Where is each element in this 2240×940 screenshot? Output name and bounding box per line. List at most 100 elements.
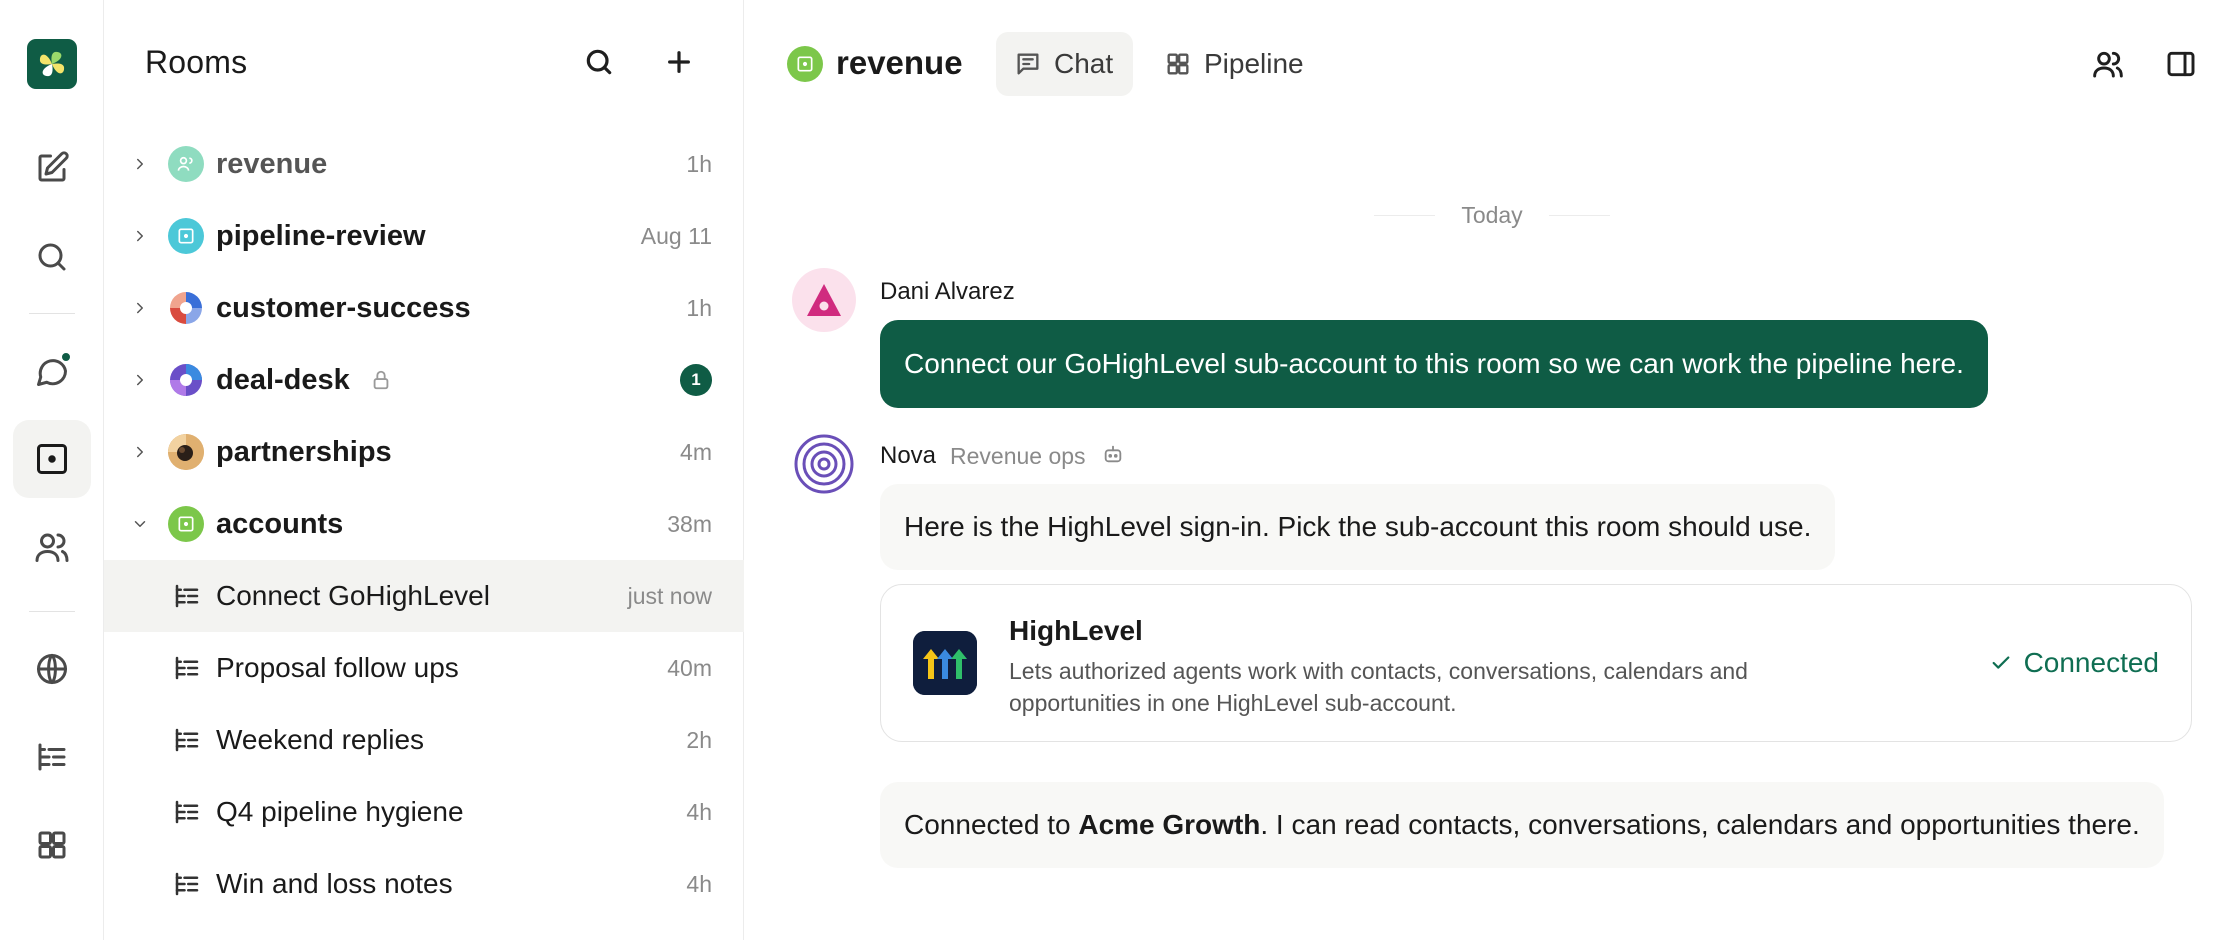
rail-divider xyxy=(29,313,75,314)
room-avatar xyxy=(168,506,204,542)
room-avatar xyxy=(168,362,204,398)
thread-name: Connect GoHighLevel xyxy=(216,580,490,611)
sender-role: Revenue ops xyxy=(950,443,1086,469)
thread-icon xyxy=(172,725,202,755)
app-description: Lets authorized agents work with contact… xyxy=(1009,658,1748,716)
bot-message: Here is the HighLevel sign-in. Pick the … xyxy=(880,484,1836,570)
room-name: deal-desk xyxy=(216,363,350,396)
sender-name: Nova xyxy=(880,442,937,469)
chevron-right-icon[interactable] xyxy=(128,368,152,392)
room-name: accounts xyxy=(216,507,344,540)
members-icon[interactable] xyxy=(2088,44,2128,84)
connection-status[interactable]: Connected xyxy=(1990,647,2159,679)
room-item[interactable]: pipeline-review Aug 11 xyxy=(104,200,744,272)
thread-icon xyxy=(172,581,202,611)
tab-label: Chat xyxy=(1054,48,1114,79)
chevron-right-icon[interactable] xyxy=(128,152,152,176)
room-time: 1h xyxy=(686,150,712,177)
unread-dot xyxy=(60,351,72,363)
thread-icon xyxy=(172,653,202,683)
thread-item[interactable]: Win and loss notes 4h xyxy=(104,848,744,920)
icon-rail xyxy=(0,0,104,940)
grid-icon[interactable] xyxy=(13,806,91,884)
main-panel: revenue Chat Pipeline Today Dani Alvarez… xyxy=(744,0,2240,940)
room-time: 4m xyxy=(680,438,712,465)
sidebar-title: Rooms xyxy=(145,44,248,80)
user-message: Connect our GoHighLevel sub-account to t… xyxy=(880,320,1988,408)
highlevel-logo xyxy=(913,631,977,695)
room-name: pipeline-review xyxy=(216,219,426,252)
day-label: Today xyxy=(1461,202,1523,228)
bot-icon xyxy=(1102,443,1124,465)
chevron-down-icon[interactable] xyxy=(128,512,152,536)
room-time: 38m xyxy=(667,510,712,537)
tab-pipeline[interactable]: Pipeline xyxy=(1146,32,1324,96)
chevron-right-icon[interactable] xyxy=(128,296,152,320)
user-avatar xyxy=(792,268,856,332)
page-title: revenue xyxy=(836,44,963,81)
room-name: revenue xyxy=(216,147,328,180)
account-name: Acme Growth xyxy=(1078,809,1261,840)
followup-suffix: . I can read contacts, conversations, ca… xyxy=(1260,809,2140,840)
status-label: Connected xyxy=(2023,647,2159,678)
search-icon[interactable] xyxy=(579,42,619,82)
chat-icon xyxy=(1017,53,1039,75)
thread-name: Q4 pipeline hygiene xyxy=(216,796,464,827)
room-item[interactable]: customer-success 1h xyxy=(104,272,744,344)
day-separator: Today xyxy=(1374,202,1610,229)
thread-time: 2h xyxy=(686,726,712,753)
chevron-right-icon[interactable] xyxy=(128,440,152,464)
thread-name: Proposal follow ups xyxy=(216,652,459,683)
check-icon xyxy=(1992,656,2009,669)
thread-name: Weekend replies xyxy=(216,724,425,755)
room-icon[interactable] xyxy=(13,420,91,498)
thread-item[interactable]: Q4 pipeline hygiene 4h xyxy=(104,776,744,848)
threads-icon[interactable] xyxy=(13,718,91,796)
room-avatar xyxy=(168,218,204,254)
search-icon[interactable] xyxy=(13,218,91,296)
room-item[interactable]: revenue 1h xyxy=(104,128,744,200)
thread-item[interactable]: Weekend replies 2h xyxy=(104,704,744,776)
chevron-right-icon[interactable] xyxy=(128,224,152,248)
room-avatar xyxy=(168,146,204,182)
room-name: customer-success xyxy=(216,291,471,324)
room-avatar xyxy=(168,434,204,470)
room-time: Aug 11 xyxy=(640,222,712,249)
followup-prefix: Connected to xyxy=(904,809,1079,840)
compose-icon[interactable] xyxy=(13,129,91,207)
lock-icon xyxy=(370,369,392,391)
thread-item[interactable]: Connect GoHighLevel just now xyxy=(104,560,744,632)
rail-divider xyxy=(29,611,75,612)
thread-item[interactable]: Proposal follow ups 40m xyxy=(104,632,744,704)
thread-name: Win and loss notes xyxy=(216,868,453,899)
bot-avatar xyxy=(792,432,856,496)
tab-chat[interactable]: Chat xyxy=(996,32,1134,96)
app-logo[interactable] xyxy=(27,39,77,89)
room-time: 1h xyxy=(686,294,712,321)
thread-icon xyxy=(172,869,202,899)
app-name: HighLevel xyxy=(1009,615,1143,646)
connection-card: HighLevel Lets authorized agents work wi… xyxy=(880,584,2192,742)
side-panel-icon[interactable] xyxy=(2161,44,2201,84)
room-item[interactable]: deal-desk 1 xyxy=(104,344,744,416)
globe-icon[interactable] xyxy=(13,630,91,708)
plus-icon[interactable] xyxy=(659,42,699,82)
room-item[interactable]: accounts 38m xyxy=(104,488,744,560)
room-item[interactable]: partnerships 4m xyxy=(104,416,744,488)
people-icon[interactable] xyxy=(13,508,91,586)
room-name: partnerships xyxy=(216,435,392,468)
thread-time: 40m xyxy=(667,654,712,681)
thread-time: 4h xyxy=(686,798,712,825)
room-avatar xyxy=(168,290,204,326)
thread-time: just now xyxy=(627,582,712,609)
rooms-sidebar: Rooms revenue 1h pipeline-review Aug 11 xyxy=(104,0,744,940)
tab-label: Pipeline xyxy=(1204,48,1304,79)
chat-bubble-icon[interactable] xyxy=(13,332,91,410)
bot-followup-message: Connected to Acme Growth. I can read con… xyxy=(880,782,2164,868)
grid-icon xyxy=(1167,53,1189,75)
thread-icon xyxy=(172,797,202,827)
unread-badge: 1 xyxy=(680,364,712,396)
room-avatar xyxy=(787,46,823,82)
sender-name: Dani Alvarez xyxy=(880,278,1015,305)
thread-time: 4h xyxy=(686,870,712,897)
